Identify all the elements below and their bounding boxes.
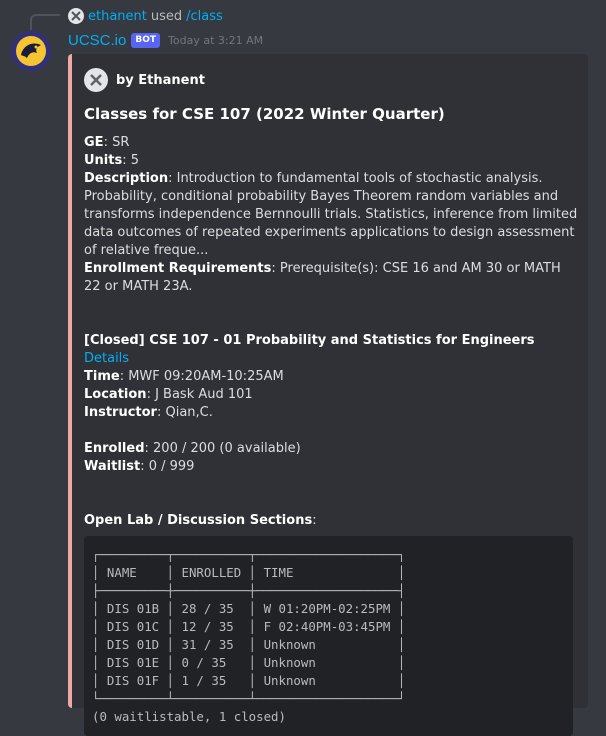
field-instructor: Instructor: Qian,C. xyxy=(84,405,213,420)
labs-heading: Open Lab / Discussion Sections: xyxy=(84,513,317,528)
dragon-logo-icon xyxy=(11,31,51,71)
author-name: by Ethanent xyxy=(116,72,205,88)
field-location: Location: J Bask Aud 101 xyxy=(84,387,253,402)
user-avatar-icon[interactable] xyxy=(68,8,84,24)
bot-avatar[interactable] xyxy=(11,31,51,71)
embed-title: Classes for CSE 107 (2022 Winter Quarter… xyxy=(84,105,445,123)
reply-context[interactable]: ethanent used /class xyxy=(68,7,223,25)
details-link[interactable]: Details xyxy=(84,351,129,366)
embed-description: GE: SR Units: 5 Description: Introductio… xyxy=(84,134,578,530)
field-ge: GE: SR xyxy=(84,135,130,150)
message-timestamp[interactable]: Today at 3:21 AM xyxy=(168,34,263,47)
bot-tag-badge: BOT xyxy=(131,32,161,48)
reply-connector xyxy=(30,14,60,30)
field-waitlist: Waitlist: 0 / 999 xyxy=(84,459,195,474)
reply-username[interactable]: ethanent xyxy=(88,9,147,24)
field-time: Time: MWF 09:20AM-10:25AM xyxy=(84,369,284,384)
bot-name[interactable]: UCSC.io xyxy=(68,32,126,49)
embed-author: by Ethanent xyxy=(84,66,578,94)
section-heading: [Closed] CSE 107 - 01 Probability and St… xyxy=(84,333,535,348)
lab-sections-table-text: ┌─────────┬──────────┬──────────────────… xyxy=(92,547,406,724)
reply-action: used xyxy=(150,8,183,24)
field-enrollment-requirements: Enrollment Requirements: Prerequisite(s)… xyxy=(84,261,561,294)
lab-sections-table: ┌─────────┬──────────┬──────────────────… xyxy=(84,536,573,736)
author-avatar-icon xyxy=(84,68,108,92)
field-description: Description: Introduction to fundamental… xyxy=(84,171,578,258)
field-units: Units: 5 xyxy=(84,153,140,168)
message-header: UCSC.io BOT Today at 3:21 AM xyxy=(68,30,263,50)
field-enrolled: Enrolled: 200 / 200 (0 available) xyxy=(84,441,301,456)
reply-command[interactable]: /class xyxy=(186,9,223,24)
class-embed: by Ethanent Classes for CSE 107 (2022 Wi… xyxy=(68,54,588,736)
